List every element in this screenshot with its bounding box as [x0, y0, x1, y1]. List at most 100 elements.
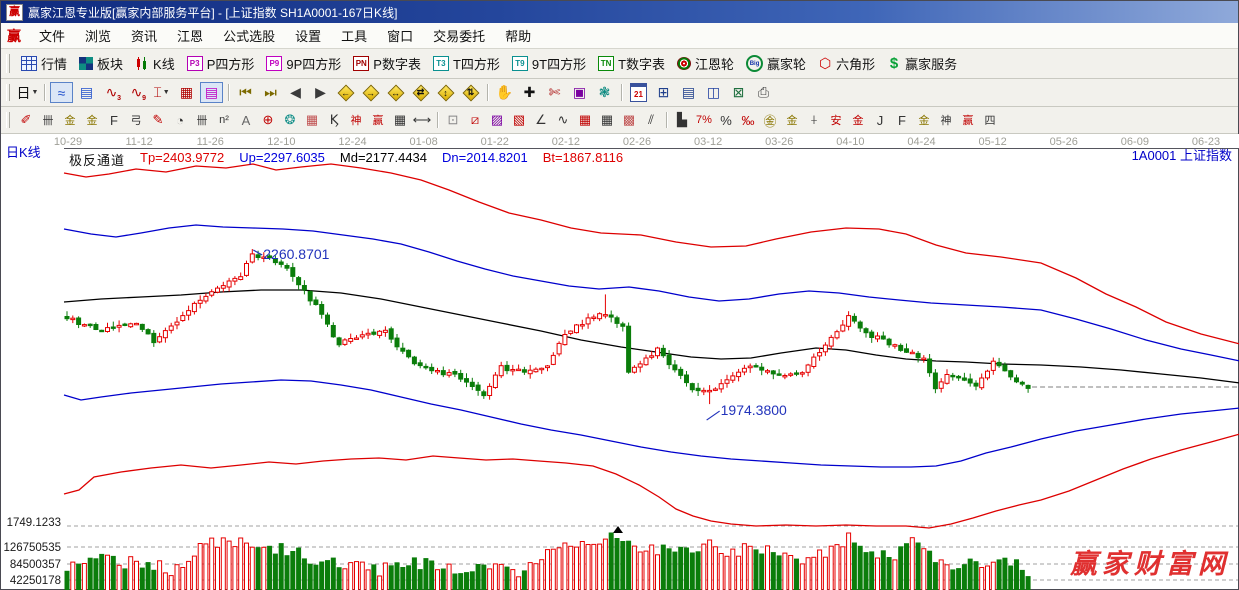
- market-quotes-button[interactable]: 行情: [15, 52, 73, 75]
- chip-distribution-button[interactable]: ▙: [672, 110, 692, 130]
- marker-pen-tool[interactable]: ✎: [148, 110, 168, 130]
- quote-note-button[interactable]: ▤: [75, 82, 98, 103]
- first-page-button[interactable]: ⏮: [234, 82, 257, 103]
- menu-item-3[interactable]: 江恩: [167, 24, 213, 47]
- fan-lines-tool[interactable]: ⧄: [465, 110, 485, 130]
- grid-c-tool[interactable]: ▩: [619, 110, 639, 130]
- candle-style-button[interactable]: ⌶ ▼: [150, 82, 173, 103]
- shen-grid-tool[interactable]: 神: [346, 110, 366, 130]
- angle-lines-tool[interactable]: ∠: [531, 110, 551, 130]
- menu-item-2[interactable]: 资讯: [121, 24, 167, 47]
- gann-compass-tool[interactable]: ⊕: [258, 110, 278, 130]
- calendar-21-button[interactable]: 21: [627, 82, 650, 103]
- volume-profile-button[interactable]: ▤: [200, 82, 223, 103]
- gann-star-tool[interactable]: ❂: [280, 110, 300, 130]
- compress-x-diamond-button[interactable]: ⇄: [409, 82, 432, 103]
- menu-item-7[interactable]: 窗口: [377, 24, 423, 47]
- percent-7-button[interactable]: 7%: [694, 110, 714, 130]
- grid-a-tool[interactable]: ▦: [575, 110, 595, 130]
- kline-button[interactable]: K线: [129, 52, 181, 75]
- delete-draw-tool[interactable]: ✄: [543, 82, 566, 103]
- menu-item-9[interactable]: 帮助: [495, 24, 541, 47]
- cycle-circle-tool[interactable]: ◔: [170, 110, 190, 130]
- menu-item-5[interactable]: 设置: [285, 24, 331, 47]
- an-wave-button[interactable]: 安: [826, 110, 846, 130]
- wave-check-tool[interactable]: ∿: [553, 110, 573, 130]
- j-angle-button[interactable]: J: [870, 110, 890, 130]
- hexagon-button[interactable]: ⬡ 六角形: [812, 52, 881, 75]
- shen-angle-button[interactable]: 神: [936, 110, 956, 130]
- menu-item-1[interactable]: 浏览: [75, 24, 121, 47]
- 9p-square-button[interactable]: P9 9P四方形: [260, 52, 347, 75]
- pen-tool[interactable]: ✐: [16, 110, 36, 130]
- gann-grid-tool[interactable]: 卌: [38, 110, 58, 130]
- 9t-square-button[interactable]: T9 9T四方形: [506, 52, 592, 75]
- analysis-flower-tool[interactable]: ❃: [593, 82, 616, 103]
- compress-y-diamond-button[interactable]: ⇅: [459, 82, 482, 103]
- crosshair-tool[interactable]: ✚: [518, 82, 541, 103]
- kline-chart-canvas[interactable]: 10-29 11-12 11-26 12-10 12-24 01-08 01-22 02-12…: [1, 134, 1239, 590]
- permille-button[interactable]: ‰: [738, 110, 758, 130]
- gold-angle-button[interactable]: 金: [914, 110, 934, 130]
- four-angle-button[interactable]: 四: [980, 110, 1000, 130]
- calculator-button[interactable]: ⊞: [652, 82, 675, 103]
- red-grid-tool[interactable]: ▧: [509, 110, 529, 130]
- period-day-button[interactable]: 日 ▼: [16, 82, 39, 103]
- width-measure-tool[interactable]: ⟷: [412, 110, 432, 130]
- print-button[interactable]: ⎙: [752, 82, 775, 103]
- candle-brush-button[interactable]: ⍭: [804, 110, 824, 130]
- last-page-button[interactable]: ⏭: [259, 82, 282, 103]
- window-titlebar[interactable]: 赢 赢家江恩专业版[赢家内部服务平台] - [上证指数 SH1A0001-167…: [1, 1, 1238, 23]
- expand-x-diamond-button[interactable]: ↔: [384, 82, 407, 103]
- gold-line-button[interactable]: 金: [782, 110, 802, 130]
- gold-red-button[interactable]: 金: [848, 110, 868, 130]
- menu-item-6[interactable]: 工具: [331, 24, 377, 47]
- volume-bar: [510, 569, 516, 590]
- ying-grid-tool[interactable]: 赢: [368, 110, 388, 130]
- wave-9-button[interactable]: ∿ 9: [125, 82, 148, 103]
- purple-grid-tool[interactable]: ▨: [487, 110, 507, 130]
- hand-tool[interactable]: ✋: [493, 82, 516, 103]
- shift-right-diamond-button[interactable]: →: [359, 82, 382, 103]
- gold-circle-button[interactable]: ㊎: [760, 110, 780, 130]
- gann-box-tool[interactable]: ▦: [302, 110, 322, 130]
- expand-y-diamond-button[interactable]: ↕: [434, 82, 457, 103]
- prev-bar-button[interactable]: ◀: [284, 82, 307, 103]
- golden-extension-tool[interactable]: 金: [82, 110, 102, 130]
- menu-item-0[interactable]: 文件: [29, 24, 75, 47]
- mirror-tool[interactable]: A: [236, 110, 256, 130]
- golden-section-tool[interactable]: 金: [60, 110, 80, 130]
- menu-item-8[interactable]: 交易委托: [423, 24, 495, 47]
- p-digit-table-button[interactable]: PN P数字表: [347, 52, 427, 75]
- winner-wheel-button[interactable]: Big 赢家轮: [740, 52, 812, 75]
- winner-service-button[interactable]: $ 赢家服务: [881, 52, 963, 75]
- menu-item-4[interactable]: 公式选股: [213, 24, 285, 47]
- percent-button[interactable]: %: [716, 110, 736, 130]
- save-button[interactable]: ◫: [702, 82, 725, 103]
- next-bar-button[interactable]: ▶: [309, 82, 332, 103]
- sector-blocks-button[interactable]: 板块: [73, 52, 129, 75]
- band-pattern-button[interactable]: ▦: [175, 82, 198, 103]
- f-angle-button[interactable]: F: [892, 110, 912, 130]
- spiral-tool[interactable]: 弓: [126, 110, 146, 130]
- chart-area[interactable]: 10-29 11-12 11-26 12-10 12-24 01-08 01-22 02-12…: [1, 134, 1239, 590]
- t-square-button[interactable]: T3 T四方形: [427, 52, 506, 75]
- price-scale-tool[interactable]: ▦: [390, 110, 410, 130]
- gann-wheel-button[interactable]: 江恩轮: [671, 52, 740, 75]
- p-square-button[interactable]: P3 P四方形: [181, 52, 261, 75]
- notes-button[interactable]: ▤: [677, 82, 700, 103]
- k-mark-tool[interactable]: Ϗ: [324, 110, 344, 130]
- square-of-nine-tool[interactable]: n²: [214, 110, 234, 130]
- diagonal-lines-tool[interactable]: ⫽: [641, 110, 661, 130]
- box-select-tool[interactable]: ⊡: [443, 110, 463, 130]
- grid-b-tool[interactable]: ▦: [597, 110, 617, 130]
- stamp-tool[interactable]: ▣: [568, 82, 591, 103]
- time-ruler-tool[interactable]: 卌: [192, 110, 212, 130]
- fibonacci-lines-tool[interactable]: F: [104, 110, 124, 130]
- elastic-channel-tool[interactable]: ≈: [50, 82, 73, 103]
- t-digit-table-button[interactable]: TN T数字表: [592, 52, 671, 75]
- export-button[interactable]: ⊠: [727, 82, 750, 103]
- ying-angle-button[interactable]: 赢: [958, 110, 978, 130]
- wave-3-button[interactable]: ∿ 3: [100, 82, 123, 103]
- shift-left-diamond-button[interactable]: ←: [334, 82, 357, 103]
